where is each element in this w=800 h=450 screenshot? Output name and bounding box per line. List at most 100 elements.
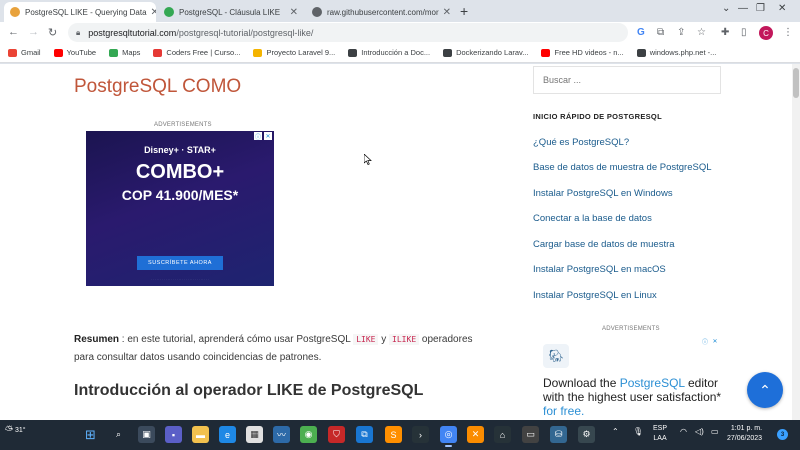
- menu-icon[interactable]: ⋮: [783, 27, 793, 38]
- tab-clausula-like[interactable]: PostgreSQL - Cláusula LIKE ✕: [158, 2, 304, 22]
- scrollbar-thumb[interactable]: [793, 68, 799, 98]
- clock[interactable]: 1:01 p. m. 27/06/2023: [727, 424, 762, 444]
- store-icon[interactable]: ▦: [246, 426, 263, 443]
- sidebar-link-conectar[interactable]: Conectar a la base de datos: [533, 213, 652, 224]
- close-icon[interactable]: ✕: [711, 337, 719, 345]
- adchoices-icon[interactable]: ⓘ: [254, 132, 262, 141]
- ad-highlight: PostgreSQL: [619, 376, 685, 390]
- edge-icon[interactable]: e: [219, 426, 236, 443]
- search-icon[interactable]: ⌕: [110, 426, 127, 443]
- bookmark-label: Proyecto Laravel 9...: [266, 48, 336, 57]
- ad-label: ADVERTISEMENTS: [154, 122, 212, 128]
- bookmark-coders-free[interactable]: Coders Free | Curso...: [153, 48, 240, 57]
- terminal-icon[interactable]: ›: [412, 426, 429, 443]
- advertisement-banner[interactable]: ⓘ ✕ Disney+ · STAR+ COMBO+ COP 41.900/ME…: [86, 131, 274, 286]
- share-icon[interactable]: ⇪: [677, 27, 685, 38]
- pgadmin-icon[interactable]: ⛁: [550, 426, 567, 443]
- tab-favicon: [10, 7, 20, 17]
- lock-icon[interactable]: 🔒︎: [76, 28, 80, 38]
- start-icon[interactable]: ⊞: [82, 426, 99, 443]
- bookmark-dockerizando[interactable]: Dockerizando Larav...: [443, 48, 528, 57]
- bookmark-windows-php[interactable]: windows.php.net -...: [636, 48, 716, 57]
- chevron-down-icon[interactable]: ⌄: [722, 3, 730, 14]
- avatar[interactable]: C: [759, 26, 773, 40]
- ad-text-part: Download the: [543, 376, 620, 390]
- url-text: postgresqltutorial.com/postgresql-tutori…: [88, 28, 313, 38]
- ad-text: Download the PostgreSQL editor with the …: [543, 376, 721, 418]
- task-view-icon[interactable]: ▣: [138, 426, 155, 443]
- restore-icon[interactable]: ❐: [756, 3, 765, 14]
- bookmark-label: Dockerizando Larav...: [456, 48, 529, 57]
- bookmark-free-hd-videos[interactable]: Free HD videos - n...: [541, 48, 624, 57]
- window-close-icon[interactable]: ✕: [778, 3, 786, 14]
- app-icon[interactable]: ⛉: [328, 426, 345, 443]
- keyboard-layout: LAA: [653, 435, 667, 442]
- back-icon[interactable]: ←: [8, 26, 19, 38]
- app-icon[interactable]: 〰: [273, 426, 290, 443]
- tab-postgresql-like[interactable]: PostgreSQL LIKE - Querying Data ✕: [4, 2, 156, 22]
- scroll-to-top-button[interactable]: ⌃: [747, 372, 783, 408]
- windows-taskbar: ⛅︎ 31° ⊞ ⌕ ▣ ▪ ▬ e ▦ 〰 ◉ ⛉ ⧉ S › ◎ ✕ ⌂ ▭ …: [0, 420, 800, 450]
- google-icon[interactable]: G: [637, 27, 645, 38]
- volume-icon[interactable]: ◁): [695, 427, 704, 436]
- tab-title: PostgreSQL LIKE - Querying Data: [25, 7, 147, 17]
- extensions-icon[interactable]: ✚: [721, 27, 729, 38]
- close-icon[interactable]: ✕: [439, 7, 451, 18]
- teams-icon[interactable]: ▪: [165, 426, 182, 443]
- vscode-icon[interactable]: ⧉: [356, 426, 373, 443]
- app-icon[interactable]: ⚙: [578, 426, 595, 443]
- forward-icon[interactable]: →: [28, 26, 39, 38]
- adchoices-icon[interactable]: ⓘ: [701, 337, 709, 346]
- page-icon: [443, 48, 453, 57]
- tab-raw-github[interactable]: raw.githubusercontent.com/mor ✕: [306, 2, 454, 22]
- app-icon[interactable]: ◉: [300, 426, 317, 443]
- bookmark-youtube[interactable]: YouTube: [53, 48, 97, 57]
- ad-cta-button[interactable]: SUSCRÍBETE AHORA: [137, 256, 223, 270]
- close-icon[interactable]: ✕: [264, 132, 272, 140]
- minimize-icon[interactable]: —: [738, 3, 748, 14]
- sidebar-heading: INICIO RÁPIDO DE POSTGRESQL: [533, 112, 662, 121]
- bookmark-maps[interactable]: Maps: [109, 48, 140, 57]
- ad-highlight: for free.: [543, 404, 585, 418]
- date: 27/06/2023: [727, 435, 763, 442]
- scrollbar[interactable]: [792, 64, 800, 420]
- app-icon[interactable]: ▭: [522, 426, 539, 443]
- sidebar-link-instalar-linux[interactable]: Instalar PostgreSQL en Linux: [533, 290, 657, 301]
- close-icon[interactable]: ✕: [286, 7, 298, 18]
- translate-icon[interactable]: ⧉: [657, 27, 664, 38]
- weather-widget[interactable]: ⛅︎ 31°: [5, 425, 26, 436]
- sidebar-link-instalar-windows[interactable]: Instalar PostgreSQL en Windows: [533, 188, 673, 199]
- chevron-up-icon[interactable]: ⌃: [612, 427, 619, 436]
- mouse-cursor-icon: [364, 154, 372, 165]
- close-icon[interactable]: ✕: [147, 7, 156, 18]
- gmail-icon: [8, 48, 17, 57]
- bookmark-proyecto-laravel[interactable]: Proyecto Laravel 9...: [253, 48, 335, 57]
- chrome-icon[interactable]: ◎: [440, 426, 457, 447]
- bookmark-label: YouTube: [66, 48, 97, 57]
- wifi-icon[interactable]: ◠: [680, 427, 687, 436]
- sidebar-link-base-datos-muestra[interactable]: Base de datos de muestra de PostgreSQL: [533, 162, 712, 173]
- sidebar-advertisement[interactable]: ⓘ ✕ 🐘︎ Download the PostgreSQL editor wi…: [537, 336, 721, 420]
- notification-badge[interactable]: 3: [777, 429, 788, 440]
- search-input[interactable]: [533, 66, 721, 94]
- new-tab-icon[interactable]: +: [460, 3, 468, 19]
- app-icon[interactable]: ⌂: [494, 426, 511, 443]
- sidebar-link-cargar-base[interactable]: Cargar base de datos de muestra: [533, 239, 675, 250]
- sidebar-link-que-es[interactable]: ¿Qué es PostgreSQL?: [533, 137, 629, 148]
- bookmark-gmail[interactable]: Gmail: [8, 48, 41, 57]
- reload-icon[interactable]: ↻: [48, 26, 57, 39]
- microphone-icon[interactable]: 🎙︎: [633, 427, 643, 436]
- file-explorer-icon[interactable]: ▬: [192, 426, 209, 443]
- summary-paragraph: Resumen : en este tutorial, aprenderá có…: [74, 331, 494, 367]
- language-indicator[interactable]: ESP LAA: [653, 424, 667, 444]
- star-icon[interactable]: ☆: [697, 27, 706, 38]
- bookmark-introduccion-doc[interactable]: Introducción a Doc...: [348, 48, 430, 57]
- xampp-icon[interactable]: ✕: [467, 426, 484, 443]
- sidebar-link-instalar-macos[interactable]: Instalar PostgreSQL en macOS: [533, 264, 666, 275]
- youtube-icon: [541, 48, 551, 57]
- address-bar[interactable]: 🔒︎ postgresqltutorial.com/postgresql-tut…: [68, 23, 628, 42]
- sidepanel-icon[interactable]: ▯: [741, 27, 747, 38]
- sublime-text-icon[interactable]: S: [385, 426, 402, 443]
- chevron-up-icon: ⌃: [759, 381, 771, 398]
- battery-icon[interactable]: ▭: [711, 427, 719, 436]
